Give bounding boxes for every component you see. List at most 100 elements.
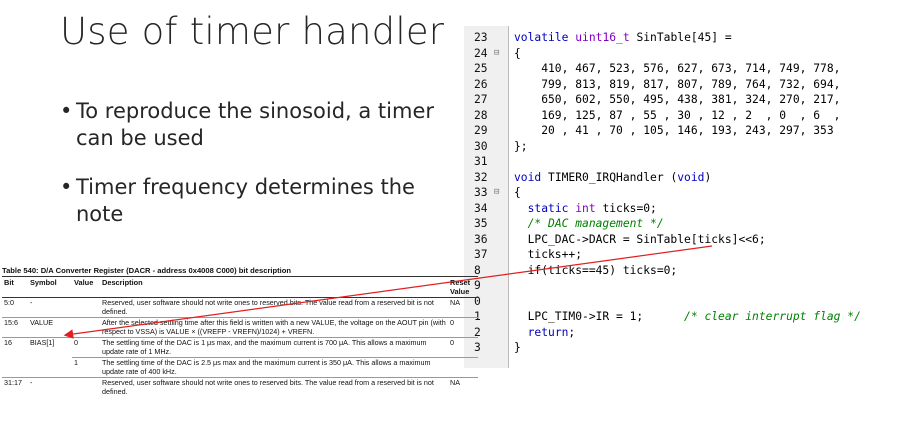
bullet-text: Timer frequency determines the note (76, 175, 415, 226)
table-cell (28, 358, 72, 378)
code-line: 27 650, 602, 550, 495, 438, 381, 324, 27… (464, 92, 910, 107)
line-number: 36 (474, 232, 488, 246)
table-row: 1 The settling time of the DAC is 2.5 μs … (2, 357, 478, 378)
table-row: 15:6 VALUE After the selected settling tim… (2, 317, 478, 338)
table-header-row: Bit Symbol Value Description Reset Value (2, 276, 478, 298)
code-line: 26 799, 813, 819, 817, 807, 789, 764, 73… (464, 77, 910, 92)
code-text: LPC_TIM0->IR = 1; /* clear interrupt fla… (514, 310, 861, 323)
bullet-item: • To reproduce the sinosoid, a timer can… (60, 98, 460, 152)
line-number: 26 (474, 77, 488, 91)
table-cell: Reserved, user software should not write… (100, 297, 448, 318)
table-cell: 0 (72, 337, 100, 358)
col-header-description: Description (100, 276, 448, 298)
line-number: 31 (474, 155, 488, 168)
code-text: ticks++; (514, 248, 583, 261)
table-cell (72, 317, 100, 338)
col-header-bit: Bit (2, 276, 28, 298)
line-number: 37 (474, 248, 488, 261)
table-cell: 5:0 (2, 297, 28, 318)
table-cell: NA (448, 297, 478, 318)
register-table: Table 540: D/A Converter Register (DACR … (2, 266, 478, 397)
bullet-list: • To reproduce the sinosoid, a timer can… (60, 98, 460, 250)
col-header-symbol: Symbol (28, 276, 72, 298)
code-line: 24 ⊟{ (464, 46, 910, 61)
code-editor: 23 volatile uint16_t SinTable[45] = 24 ⊟{25… (464, 26, 910, 368)
code-text: /* DAC management */ (527, 217, 664, 230)
line-number: 23 (474, 31, 488, 44)
table-cell: 15:6 (2, 317, 28, 338)
code-line: 9 (464, 278, 910, 293)
code-text: }; (514, 139, 528, 153)
line-number: 35 (474, 217, 488, 230)
code-text: } (514, 341, 521, 354)
code-text: if(ticks==45) ticks=0; (514, 263, 678, 277)
col-header-value: Value (72, 276, 100, 298)
table-cell: - (28, 377, 72, 397)
code-line: 30}; (464, 139, 910, 154)
code-line: 23 volatile uint16_t SinTable[45] = (464, 30, 910, 45)
code-text: 169, 125, 87 , 55 , 30 , 12 , 2 , 0 , 6 … (514, 108, 841, 122)
bullet-text: To reproduce the sinosoid, a timer can b… (76, 99, 435, 150)
line-number: 25 (474, 62, 488, 75)
table-cell (72, 377, 100, 397)
line-number: 9 (474, 279, 481, 292)
table-row: 5:0- Reserved, user software should not w… (2, 297, 478, 318)
line-number: 30 (474, 139, 488, 153)
line-number: 32 (474, 170, 488, 184)
table-row: 31:17- Reserved, user software should not… (2, 377, 478, 397)
code-text: static int ticks=0; (527, 201, 657, 215)
code-line: 2 return; (464, 325, 910, 340)
table-cell: The settling time of the DAC is 2.5 μs m… (100, 357, 448, 378)
code-text: 20 , 41 , 70 , 105, 146, 193, 243, 297, … (514, 124, 834, 137)
code-line: 37 ticks++; (464, 247, 910, 262)
code-line: 8 if(ticks==45) ticks=0; (464, 263, 910, 278)
bullet-dot-icon: • (60, 99, 73, 123)
code-text: void TIMER0_IRQHandler (void) (514, 170, 712, 184)
table-cell: NA (448, 377, 478, 397)
code-line: 1 LPC_TIM0->IR = 1; /* clear interrupt f… (464, 309, 910, 324)
line-number: 29 (474, 124, 488, 137)
code-line: 28 169, 125, 87 , 55 , 30 , 12 , 2 , 0 ,… (464, 108, 910, 123)
code-line: 36 LPC_DAC->DACR = SinTable[ticks]<<6; (464, 232, 910, 247)
code-text: LPC_DAC->DACR = SinTable[ticks]<<6; (514, 232, 766, 246)
table-cell: 0 (448, 317, 478, 338)
code-line: 35 /* DAC management */ (464, 216, 910, 231)
table-cell: 31:17 (2, 377, 28, 397)
table-cell (72, 297, 100, 318)
table-cell: After the selected settling time after t… (100, 317, 448, 338)
dacr-table: Bit Symbol Value Description Reset Value… (2, 276, 478, 397)
line-number: 0 (474, 294, 481, 308)
code-text: 799, 813, 819, 817, 807, 789, 764, 732, … (514, 77, 841, 91)
fold-toggle-icon[interactable]: ⊟ (494, 185, 499, 200)
code-line: 34 static int ticks=0; (464, 201, 910, 216)
table-cell: 1 (72, 357, 100, 378)
code-line: 29 20 , 41 , 70 , 105, 146, 193, 243, 29… (464, 123, 910, 138)
bullet-item: • Timer frequency determines the note (60, 174, 460, 228)
code-line: 32 void TIMER0_IRQHandler (void) (464, 170, 910, 185)
table-cell (2, 358, 28, 378)
code-line: 31 (464, 154, 910, 169)
code-text: 410, 467, 523, 576, 627, 673, 714, 749, … (514, 62, 841, 75)
code-text: { (514, 186, 521, 199)
code-line: 0 (464, 294, 910, 309)
code-text: { (514, 46, 521, 60)
code-line: 25 410, 467, 523, 576, 627, 673, 714, 74… (464, 61, 910, 76)
code-text: volatile uint16_t SinTable[45] = (514, 31, 732, 44)
slide-title: Use of timer handler (60, 10, 445, 53)
code-text: return; (527, 325, 576, 339)
table-cell: BIAS[1] (28, 337, 72, 358)
line-number: 3 (474, 341, 481, 354)
table-caption: Table 540: D/A Converter Register (DACR … (2, 266, 292, 275)
table-row: 16 BIAS[1] 0 The settling time of the DAC i… (2, 337, 478, 358)
code-text: 650, 602, 550, 495, 438, 381, 324, 270, … (514, 93, 841, 106)
table-cell: Reserved, user software should not write… (100, 377, 448, 397)
line-number: 2 (474, 325, 481, 339)
line-number: 28 (474, 108, 488, 122)
table-cell: - (28, 297, 72, 318)
line-number: 34 (474, 201, 488, 215)
table-cell (448, 357, 478, 378)
bullet-dot-icon: • (60, 175, 73, 199)
table-cell: 0 (448, 337, 478, 358)
line-number: 27 (474, 93, 488, 106)
fold-toggle-icon[interactable]: ⊟ (494, 46, 499, 61)
